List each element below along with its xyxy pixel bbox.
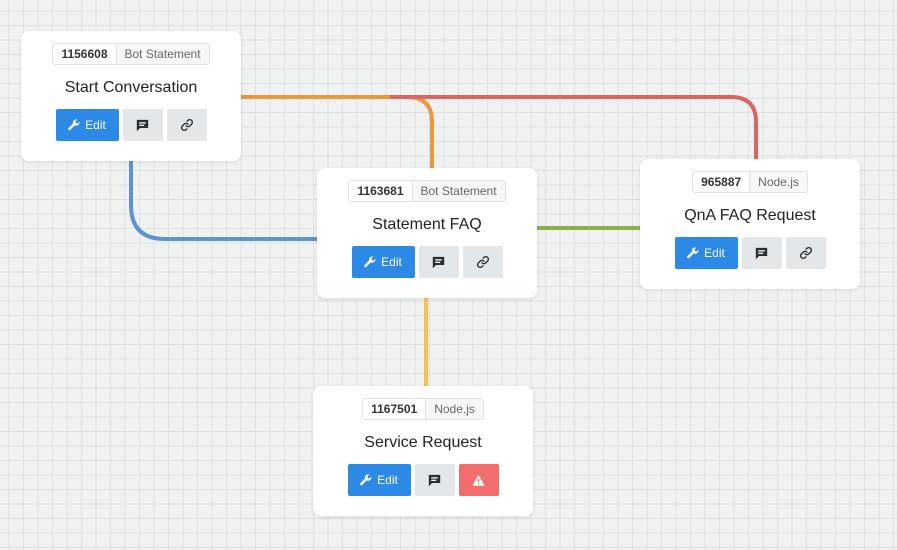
node-id: 1167501	[363, 399, 427, 419]
node-start-conversation[interactable]: 1156608 Bot Statement Start Conversation…	[21, 31, 241, 161]
wrench-icon	[687, 247, 699, 259]
edit-button[interactable]: Edit	[351, 246, 415, 278]
link-button[interactable]	[785, 237, 826, 269]
edit-button[interactable]: Edit	[674, 237, 738, 269]
link-icon	[180, 119, 193, 131]
node-service-request[interactable]: 1167501 Node.js Service Request Edit	[313, 386, 533, 516]
comment-icon	[136, 119, 149, 131]
warning-icon	[472, 474, 485, 486]
edit-label: Edit	[704, 246, 725, 260]
comment-button[interactable]	[741, 237, 782, 269]
link-button[interactable]	[462, 246, 503, 278]
link-button[interactable]	[166, 109, 207, 141]
edit-button[interactable]: Edit	[55, 109, 119, 141]
edit-label: Edit	[377, 473, 398, 487]
node-qna-faq-request[interactable]: 965887 Node.js QnA FAQ Request Edit	[640, 159, 860, 289]
comment-button[interactable]	[414, 464, 455, 496]
node-id: 1163681	[349, 181, 413, 201]
comment-icon	[428, 474, 441, 486]
node-title: Start Conversation	[64, 79, 198, 96]
node-actions: Edit	[21, 109, 241, 141]
edit-label: Edit	[381, 255, 402, 269]
node-actions: Edit	[317, 246, 537, 278]
warning-button[interactable]	[458, 464, 499, 496]
node-id: 1156608	[53, 44, 117, 64]
comment-button[interactable]	[418, 246, 459, 278]
edit-button[interactable]: Edit	[347, 464, 411, 496]
node-actions: Edit	[640, 237, 860, 269]
node-meta: 1167501 Node.js	[362, 398, 484, 420]
comment-icon	[755, 247, 768, 259]
node-actions: Edit	[313, 464, 533, 496]
node-meta: 965887 Node.js	[692, 171, 808, 193]
node-meta: 1163681 Bot Statement	[348, 180, 506, 202]
connector-start-faq-blue	[129, 158, 318, 241]
connector-start-faq-orange	[240, 95, 434, 170]
node-type: Bot Statement	[116, 44, 209, 64]
link-icon	[476, 256, 489, 268]
node-type: Bot Statement	[412, 181, 505, 201]
comment-icon	[432, 256, 445, 268]
node-title: Statement FAQ	[372, 216, 482, 233]
edit-label: Edit	[85, 118, 106, 132]
wrench-icon	[68, 119, 80, 131]
wrench-icon	[360, 474, 372, 486]
connector-start-qna-red	[390, 95, 758, 160]
node-type: Node.js	[426, 399, 483, 419]
node-title: QnA FAQ Request	[684, 207, 816, 224]
node-statement-faq[interactable]: 1163681 Bot Statement Statement FAQ Edit	[317, 168, 537, 298]
node-id: 965887	[693, 172, 751, 192]
comment-button[interactable]	[122, 109, 163, 141]
node-meta: 1156608 Bot Statement	[52, 43, 210, 65]
node-title: Service Request	[364, 434, 482, 451]
wrench-icon	[364, 256, 376, 268]
node-type: Node.js	[750, 172, 807, 192]
link-icon	[799, 247, 812, 259]
